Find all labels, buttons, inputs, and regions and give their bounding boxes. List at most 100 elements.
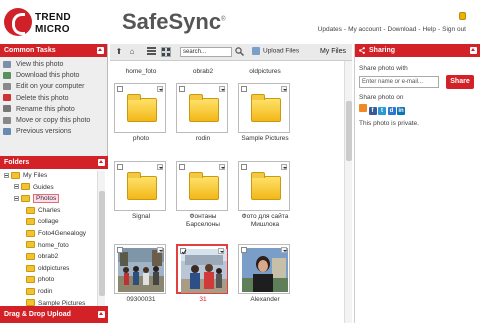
share-button[interactable]: Share [446,75,474,89]
folder-item[interactable]: rodin [172,83,230,143]
trend-micro-logo[interactable]: TREND MICRO [0,6,80,38]
select-checkbox[interactable] [180,248,187,255]
tree-node[interactable]: oldpictures [24,264,69,274]
upload-files-button[interactable]: Upload Files [252,47,299,55]
grid-vertical-scrollbar[interactable] [344,61,352,323]
twitter-icon[interactable]: t [378,107,386,115]
item-label[interactable]: photo [110,135,172,143]
item-label[interactable]: Sample Pictures [234,135,296,143]
folder-item[interactable]: Sample Pictures [234,83,292,143]
tree-node[interactable]: Photos [14,194,60,204]
select-checkbox[interactable] [117,164,123,170]
select-checkbox[interactable] [241,164,247,170]
item-menu-icon[interactable] [281,247,287,253]
drag-drop-upload-header[interactable]: Drag & Drop Upload [0,306,108,323]
item-label[interactable]: 09300031 [110,296,172,304]
item-label[interactable]: Alexander [234,296,296,304]
item-label[interactable]: Фонтаны Барселоны [172,213,234,228]
item-menu-icon[interactable] [157,164,163,170]
tree-node[interactable]: obrab2 [24,252,58,262]
task-item[interactable]: Download this photo [3,70,107,81]
item-thumbnail[interactable] [176,161,228,211]
select-checkbox[interactable] [179,86,185,92]
item-menu-icon[interactable] [219,164,225,170]
item-menu-icon[interactable] [219,86,225,92]
top-link-help[interactable]: Help [423,26,436,33]
search-input[interactable]: search... [180,47,232,57]
task-item[interactable]: Rename this photo [3,104,107,115]
tree-node[interactable]: My Files [4,171,47,181]
delicious-icon[interactable]: d [387,107,396,115]
list-view-icon[interactable] [146,47,156,57]
collapse-icon[interactable] [97,47,104,54]
select-checkbox[interactable] [117,86,123,92]
item-label[interactable]: home_foto [110,68,172,76]
tree-toggle-icon[interactable] [14,184,19,190]
select-checkbox[interactable] [179,164,185,170]
collapse-icon[interactable] [98,311,105,318]
photo-item[interactable]: Alexander [234,244,292,304]
folder-item[interactable]: photo [110,83,168,143]
folder-item[interactable]: Signal [110,161,168,221]
up-folder-icon[interactable]: ⬆ [114,47,124,57]
linkedin-icon[interactable]: in [397,107,405,115]
facebook-icon[interactable]: f [368,107,377,115]
tree-node[interactable]: Charles [24,206,60,216]
top-link-download[interactable]: Download [388,26,417,33]
tree-node[interactable]: rodin [24,287,52,297]
item-label[interactable]: obrab2 [172,68,234,76]
photo-item[interactable]: 09300031 [110,244,168,304]
tree-toggle-icon[interactable] [4,172,9,178]
folder-item[interactable]: Фонтаны Барселоны [172,161,230,228]
item-menu-icon[interactable] [281,86,287,92]
item-label[interactable]: 31 [172,296,234,304]
item-label[interactable]: Фото для сайта Мишлока [234,213,296,228]
top-link-my-account[interactable]: My account [348,26,381,33]
task-item[interactable]: Edit on your computer [3,81,107,92]
item-menu-icon[interactable] [281,164,287,170]
item-thumbnail[interactable] [114,83,166,133]
item-thumbnail[interactable] [238,244,290,294]
item-label[interactable]: rodin [172,135,234,143]
task-item[interactable]: Delete this photo [3,93,107,104]
task-item[interactable]: Previous versions [3,126,107,137]
task-item[interactable]: Move or copy this photo [3,115,107,126]
tree-node[interactable]: home_foto [24,241,69,251]
item-thumbnail[interactable] [176,244,228,294]
select-checkbox[interactable] [241,86,247,92]
share-recipient-input[interactable]: Enter name or e-mail... [359,76,439,88]
tree-node[interactable]: Foto4Genealogy [24,229,86,239]
collapse-icon[interactable] [470,47,477,54]
home-icon[interactable]: ⌂ [127,47,137,57]
common-tasks-header[interactable]: Common Tasks [0,44,107,57]
select-checkbox[interactable] [117,247,123,253]
item-menu-icon[interactable] [218,248,224,254]
item-thumbnail[interactable] [238,161,290,211]
search-icon[interactable] [234,47,244,57]
item-menu-icon[interactable] [157,247,163,253]
item-thumbnail[interactable] [114,244,166,294]
sharing-header[interactable]: Sharing [355,44,480,57]
item-menu-icon[interactable] [157,86,163,92]
item-thumbnail[interactable] [238,83,290,133]
thumbnail-view-icon[interactable] [161,47,171,57]
item-thumbnail[interactable] [176,83,228,133]
collapse-icon[interactable] [98,159,105,166]
tree-node[interactable]: collage [24,217,59,227]
scrollbar-thumb[interactable] [99,191,105,296]
tree-node[interactable]: photo [24,275,54,285]
rss-icon[interactable] [359,104,367,112]
tree-node[interactable]: Guides [14,183,54,193]
top-link-sign-out[interactable]: Sign out [442,26,466,33]
photo-item[interactable]: 31 [172,244,230,304]
top-link-updates[interactable]: Updates [318,26,342,33]
task-item[interactable]: View this photo [3,59,107,70]
folder-item[interactable]: Фото для сайта Мишлока [234,161,292,228]
select-checkbox[interactable] [241,247,247,253]
item-label[interactable]: oldpictures [234,68,296,76]
tree-toggle-icon[interactable] [14,195,19,201]
folders-header[interactable]: Folders [0,156,108,169]
scrollbar-thumb[interactable] [346,101,352,161]
item-label[interactable]: Signal [110,213,172,221]
item-thumbnail[interactable] [114,161,166,211]
